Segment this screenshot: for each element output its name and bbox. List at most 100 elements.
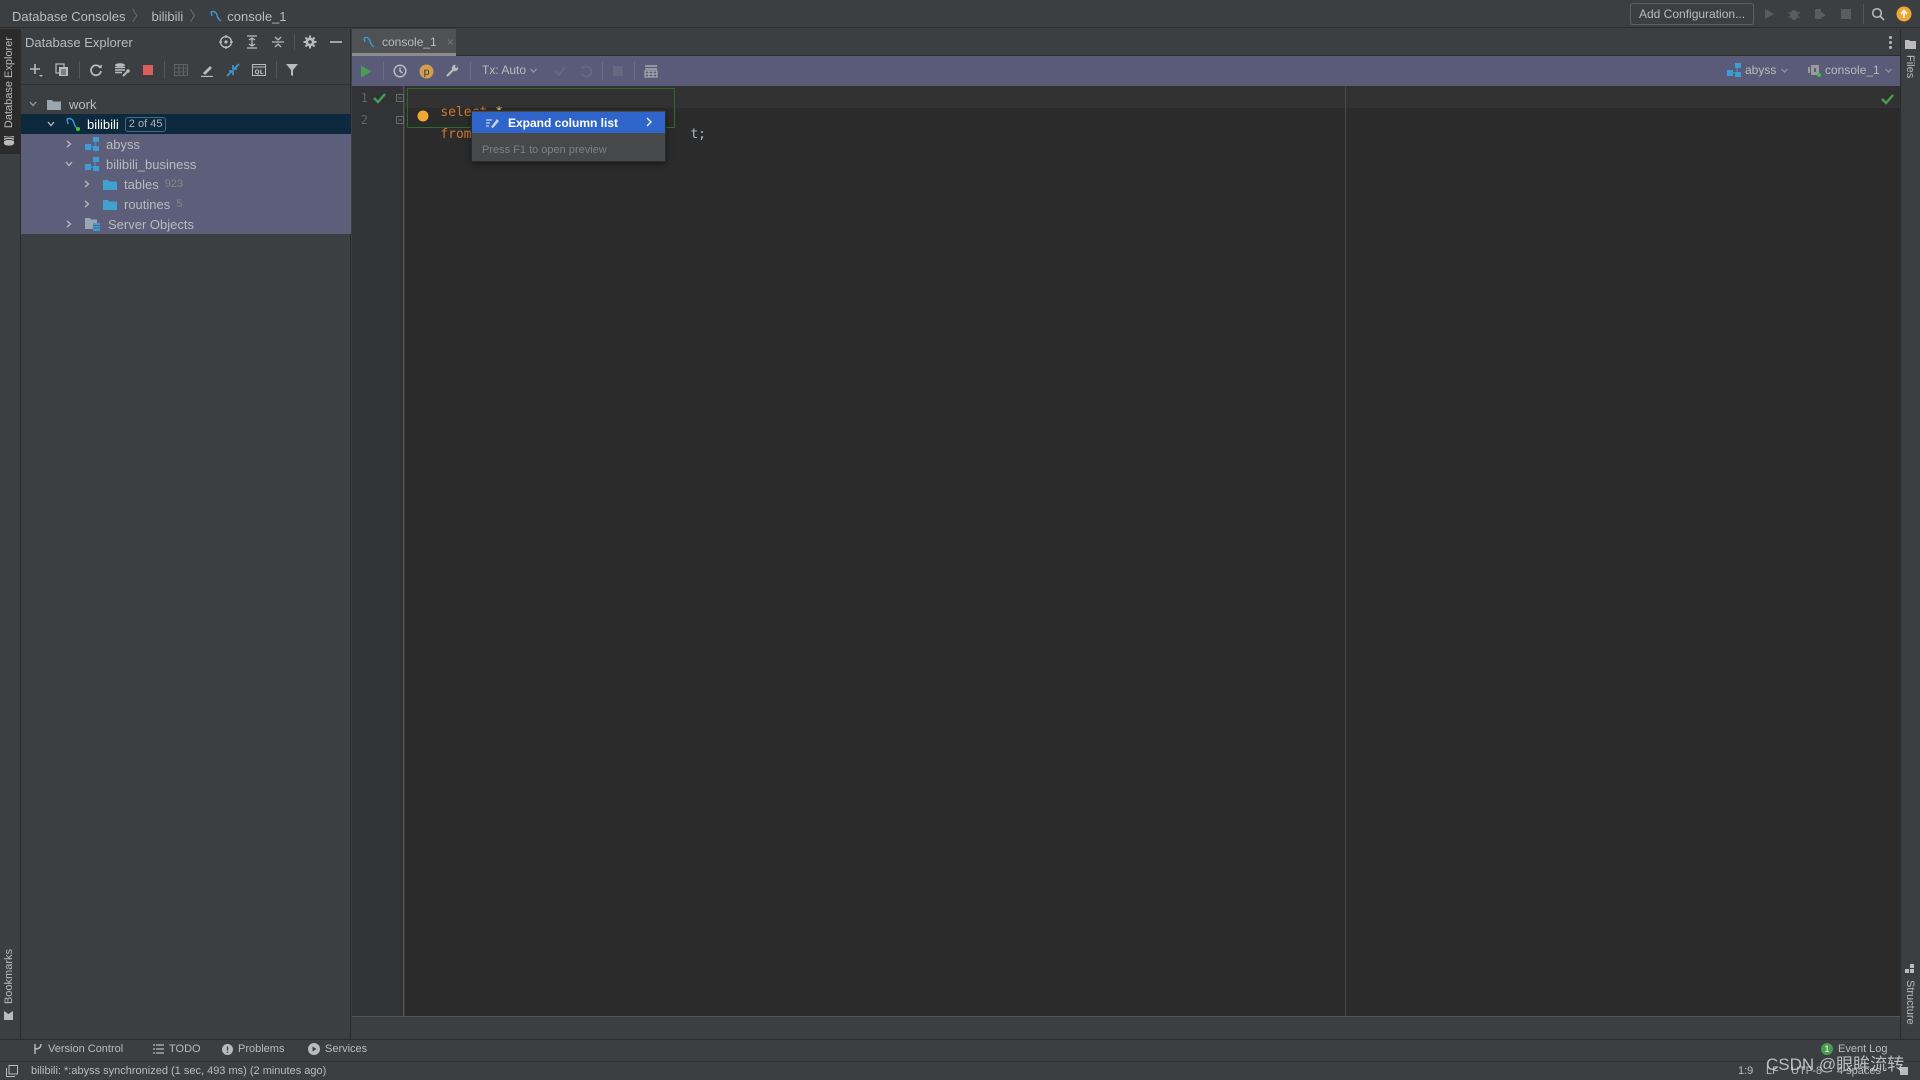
fold-start-icon[interactable]	[396, 92, 405, 102]
history-icon[interactable]	[391, 62, 409, 80]
breadcrumb-item-database-consoles[interactable]: Database Consoles	[12, 9, 125, 24]
search-icon[interactable]	[1869, 5, 1887, 23]
code-editor[interactable]: select * from bil t;	[405, 86, 1900, 1016]
chevron-down-icon[interactable]	[26, 97, 40, 111]
branch-icon	[33, 1043, 43, 1055]
duplicate-icon[interactable]	[53, 61, 71, 79]
bookmarks-stripe-button[interactable]: Bookmarks	[3, 949, 15, 1021]
coverage-icon[interactable]	[1811, 5, 1829, 23]
intention-actions-popup: Expand column list Press F1 to open prev…	[471, 110, 666, 162]
debug-icon[interactable]	[1785, 5, 1803, 23]
mysql-datasource-icon	[65, 116, 81, 132]
services-button[interactable]: Services	[308, 1043, 367, 1055]
query-console-icon[interactable]: QL	[250, 61, 268, 79]
version-control-button[interactable]: Version Control	[33, 1043, 123, 1055]
parameters-icon[interactable]: p	[417, 62, 435, 80]
chevron-right-icon[interactable]	[62, 137, 76, 151]
problems-button[interactable]: Problems	[222, 1043, 284, 1055]
database-explorer-stripe-button[interactable]: Database Explorer	[0, 29, 21, 154]
database-icon	[3, 134, 15, 146]
rollback-icon[interactable]	[577, 62, 595, 80]
collapse-all-icon[interactable]	[269, 33, 287, 51]
chevron-right-icon[interactable]	[80, 177, 94, 191]
execute-icon[interactable]	[357, 62, 375, 80]
left-tool-strip: Database Explorer Bookmarks	[0, 29, 21, 1039]
commit-icon[interactable]	[551, 62, 569, 80]
refresh-icon[interactable]	[87, 61, 105, 79]
toolbar-separator	[276, 61, 277, 79]
status-message[interactable]: bilibili: *:abyss synchronized (1 sec, 4…	[31, 1065, 326, 1077]
close-tab-icon[interactable]: ×	[447, 35, 454, 49]
stop-icon[interactable]	[139, 61, 157, 79]
more-options-icon[interactable]	[1884, 33, 1896, 51]
database-explorer-panel: Database Explorer QL work bilibili 2 of …	[21, 29, 351, 1039]
status-bar: bilibili: *:abyss synchronized (1 sec, 4…	[0, 1061, 1920, 1080]
session-selector[interactable]: console_1	[1807, 63, 1893, 77]
svg-text:QL: QL	[255, 69, 264, 76]
add-configuration-button[interactable]: Add Configuration...	[1630, 3, 1755, 25]
database-explorer-toolbar: QL	[21, 55, 350, 85]
tree-node-routines[interactable]: routines 5	[21, 194, 351, 214]
table-icon[interactable]	[172, 61, 190, 79]
intention-edit-icon	[486, 117, 500, 129]
bookmarks-tab-label: Bookmarks	[3, 949, 15, 1005]
line-number: 1	[360, 91, 368, 105]
watermark: CSDN @眼眸流转	[1766, 1055, 1905, 1074]
panel-title: Database Explorer	[25, 34, 133, 50]
toolbar-separator	[470, 62, 471, 80]
expand-column-list-action[interactable]: Expand column list	[472, 112, 665, 133]
structure-stripe-button[interactable]: Structure	[1904, 964, 1916, 1025]
todo-button[interactable]: TODO	[153, 1043, 201, 1055]
properties-icon[interactable]	[113, 61, 131, 79]
chevron-down-icon[interactable]	[44, 117, 58, 131]
output-mode-icon[interactable]	[642, 62, 660, 80]
locate-icon[interactable]	[217, 33, 235, 51]
schema-selector[interactable]: abyss	[1727, 63, 1789, 77]
tree-node-bilibili[interactable]: bilibili 2 of 45	[21, 114, 351, 134]
edit-icon[interactable]	[198, 61, 216, 79]
tree-node-tables[interactable]: tables 923	[21, 174, 351, 194]
editor-horizontal-scrollbar[interactable]	[352, 1016, 1900, 1038]
filter-icon[interactable]	[283, 61, 301, 79]
tree-node-bilibili-business[interactable]: bilibili_business	[21, 154, 351, 174]
right-margin-guide	[1345, 86, 1346, 1016]
bookmark-icon	[4, 1010, 15, 1021]
toggle-tool-windows-icon[interactable]	[6, 1065, 18, 1077]
tab-console-1[interactable]: console_1 ×	[352, 29, 456, 56]
intention-bulb-icon[interactable]	[417, 110, 429, 122]
cancel-query-icon[interactable]	[609, 62, 627, 80]
chevron-right-icon[interactable]	[80, 197, 94, 211]
tree-node-server-objects[interactable]: Server Objects	[21, 214, 351, 234]
run-icon[interactable]	[1760, 5, 1778, 23]
update-icon[interactable]	[1895, 5, 1913, 23]
chevron-right-icon[interactable]	[62, 217, 76, 231]
stop-icon[interactable]	[1837, 5, 1855, 23]
session-icon	[1807, 63, 1821, 77]
fold-end-icon[interactable]	[396, 114, 405, 124]
settings-wrench-icon[interactable]	[443, 62, 461, 80]
files-stripe-button[interactable]: Files	[1904, 39, 1916, 78]
popup-hint: Press F1 to open preview	[482, 144, 607, 156]
breadcrumb-item-console[interactable]: console_1	[227, 9, 286, 24]
executed-check-icon	[372, 91, 386, 105]
minimize-icon[interactable]	[327, 33, 345, 51]
tree-node-label: Server Objects	[108, 216, 194, 232]
jump-to-console-icon[interactable]	[224, 61, 242, 79]
inspection-ok-icon[interactable]	[1880, 92, 1894, 106]
problems-label: Problems	[238, 1043, 285, 1055]
schema-count-badge[interactable]: 2 of 45	[124, 116, 167, 132]
tree-node-work[interactable]: work	[21, 94, 351, 114]
session-selector-label: console_1	[1825, 63, 1880, 77]
caret-position[interactable]: 1:9	[1738, 1065, 1753, 1077]
tree-node-abyss[interactable]: abyss	[21, 134, 351, 154]
tree-node-label: bilibili_business	[106, 156, 197, 172]
expand-all-icon[interactable]	[243, 33, 261, 51]
transaction-mode-dropdown[interactable]: Tx: Auto	[482, 63, 538, 77]
schema-icon	[85, 157, 99, 171]
item-count: 923	[164, 178, 184, 190]
breadcrumb-item-bilibili[interactable]: bilibili	[151, 9, 183, 24]
add-icon[interactable]	[27, 61, 45, 79]
gear-icon[interactable]	[301, 33, 319, 51]
structure-tab-label: Structure	[1904, 980, 1916, 1025]
chevron-down-icon[interactable]	[62, 157, 76, 171]
